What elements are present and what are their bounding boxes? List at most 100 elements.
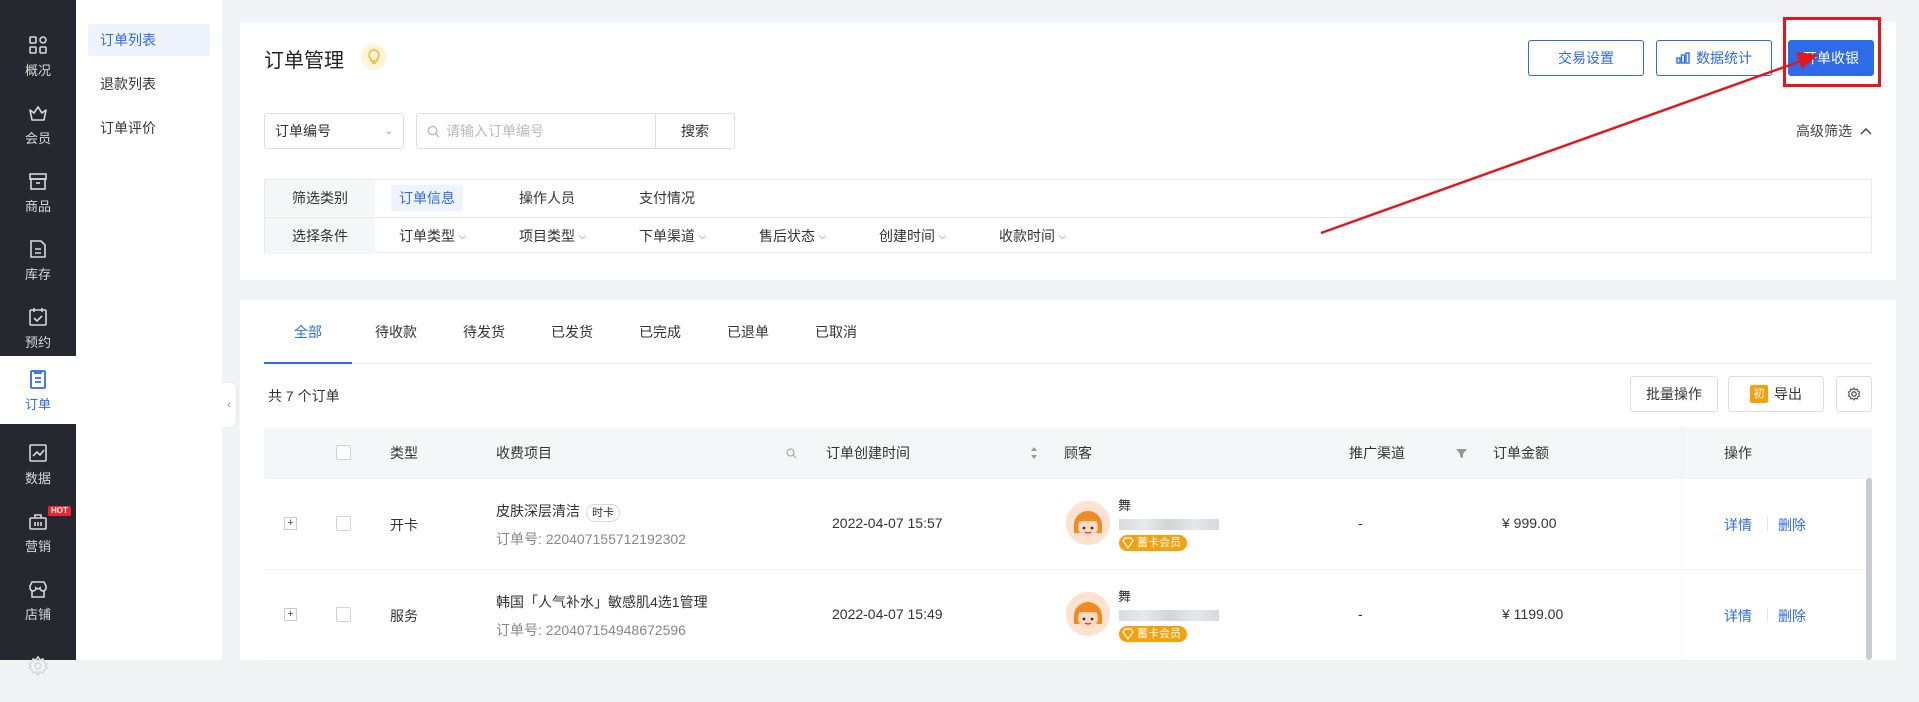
shop-icon bbox=[29, 580, 47, 598]
nav-item-marketing[interactable]: HOT 营销 bbox=[0, 498, 76, 566]
filter-panel: 筛选类别 订单信息 操作人员 支付情况 选择条件 订单类型 ⌵ 项目类型 ⌵ 下单渠… bbox=[264, 179, 1872, 254]
condition-label: 收款时间 bbox=[999, 228, 1055, 244]
tab-cancelled[interactable]: 已取消 bbox=[792, 300, 880, 364]
submenu-order-review[interactable]: 订单评价 bbox=[88, 112, 210, 144]
collapse-sidebar-button[interactable]: ‹ bbox=[222, 383, 236, 427]
inventory-icon bbox=[30, 239, 46, 258]
condition-after-sale[interactable]: 售后状态 ⌵ bbox=[751, 223, 834, 249]
col-created-time: 订单创建时间 bbox=[826, 445, 910, 461]
row-checkbox[interactable] bbox=[336, 516, 351, 531]
nav-label: 商品 bbox=[24, 198, 51, 214]
data-stats-button[interactable]: 数据统计 bbox=[1656, 40, 1772, 76]
search-icon[interactable] bbox=[786, 448, 797, 459]
bar-chart-icon bbox=[1676, 52, 1690, 64]
condition-label: 创建时间 bbox=[879, 228, 935, 244]
nav-item-inventory[interactable]: 库存 bbox=[0, 226, 76, 294]
expand-row-button[interactable]: + bbox=[284, 608, 297, 621]
order-number: 订单号: 220407155712192302 bbox=[496, 531, 686, 547]
col-type: 类型 bbox=[390, 445, 418, 461]
annotation-highlight-box bbox=[1783, 17, 1881, 87]
search-button[interactable]: 搜索 bbox=[655, 113, 735, 149]
submenu-refund-list[interactable]: 退款列表 bbox=[88, 68, 210, 100]
customer-name[interactable]: 舞 bbox=[1118, 495, 1131, 514]
search-type-select[interactable]: 订单编号 ⌄ bbox=[264, 113, 404, 149]
tab-pending-payment[interactable]: 待收款 bbox=[352, 300, 440, 364]
lightbulb-icon[interactable] bbox=[361, 44, 387, 70]
condition-payment-time[interactable]: 收款时间 ⌵ bbox=[991, 223, 1074, 249]
chevron-down-icon: ⌵ bbox=[579, 231, 586, 241]
tab-refunded[interactable]: 已退单 bbox=[704, 300, 792, 364]
col-amount: 订单金额 bbox=[1493, 445, 1549, 461]
nav-item-data[interactable]: 数据 bbox=[0, 430, 76, 498]
order-type: 开卡 bbox=[390, 517, 418, 533]
nav-item-shop[interactable]: 店铺 bbox=[0, 566, 76, 634]
condition-created-time[interactable]: 创建时间 ⌵ bbox=[871, 223, 954, 249]
delete-link[interactable]: 删除 bbox=[1778, 515, 1806, 535]
select-all-checkbox[interactable] bbox=[336, 445, 351, 460]
created-time: 2022-04-07 15:49 bbox=[832, 606, 943, 622]
table-header: 类型 收费项目 订单创建时间 顾客 推广渠道 订单金额 操作 bbox=[264, 427, 1872, 479]
export-badge-icon: 初 bbox=[1750, 385, 1768, 403]
fixed-column-shadow bbox=[1686, 427, 1687, 660]
column-settings-button[interactable] bbox=[1836, 376, 1872, 412]
filter-category-order-info[interactable]: 订单信息 bbox=[391, 185, 463, 211]
hot-badge: HOT bbox=[48, 506, 71, 516]
sort-icon[interactable] bbox=[1030, 445, 1038, 461]
divider bbox=[1767, 517, 1768, 531]
created-time: 2022-04-07 15:57 bbox=[832, 515, 943, 531]
delete-link[interactable]: 删除 bbox=[1778, 606, 1806, 626]
search-placeholder: 请输入订单编号 bbox=[446, 123, 544, 139]
nav-label: 数据 bbox=[24, 470, 51, 486]
expand-row-button[interactable]: + bbox=[284, 517, 297, 530]
submenu-order-list[interactable]: 订单列表 bbox=[88, 24, 210, 56]
tab-pending-shipment[interactable]: 待发货 bbox=[440, 300, 528, 364]
tab-completed[interactable]: 已完成 bbox=[616, 300, 704, 364]
filter-condition-label: 选择条件 bbox=[265, 217, 375, 254]
tab-shipped[interactable]: 已发货 bbox=[528, 300, 616, 364]
condition-label: 项目类型 bbox=[519, 228, 575, 244]
filter-category-operator[interactable]: 操作人员 bbox=[511, 185, 583, 211]
condition-item-type[interactable]: 项目类型 ⌵ bbox=[511, 223, 594, 249]
trade-settings-button[interactable]: 交易设置 bbox=[1528, 40, 1644, 76]
detail-link[interactable]: 详情 bbox=[1724, 606, 1752, 626]
promo-channel: - bbox=[1358, 606, 1363, 622]
order-number: 订单号: 220407154948672596 bbox=[496, 622, 686, 638]
table-row: + 开卡 皮肤深层清洁 时卡 订单号: 220407155712192302 20… bbox=[264, 479, 1872, 570]
order-search-input[interactable]: 请输入订单编号 bbox=[416, 113, 656, 149]
nav-item-booking[interactable]: 预约 bbox=[0, 294, 76, 362]
filter-category-payment[interactable]: 支付情况 bbox=[631, 185, 703, 211]
customer-avatar bbox=[1066, 501, 1110, 545]
row-checkbox[interactable] bbox=[336, 607, 351, 622]
main-nav: 概况 会员 商品 库存 预约 订单 数据 HOT 营销 店铺 bbox=[0, 0, 76, 677]
col-item: 收费项目 bbox=[496, 445, 552, 461]
condition-order-channel[interactable]: 下单渠道 ⌵ bbox=[631, 223, 714, 249]
batch-operation-button[interactable]: 批量操作 bbox=[1630, 376, 1718, 412]
data-stats-label: 数据统计 bbox=[1696, 50, 1752, 66]
nav-item-orders[interactable]: 订单 bbox=[0, 356, 76, 424]
chevron-up-icon bbox=[1860, 128, 1872, 135]
chevron-down-icon: ⌵ bbox=[699, 231, 706, 241]
condition-label: 下单渠道 bbox=[639, 228, 695, 244]
condition-order-type[interactable]: 订单类型 ⌵ bbox=[391, 223, 474, 249]
chevron-down-icon: ⌵ bbox=[1059, 231, 1066, 241]
filter-icon[interactable] bbox=[1456, 448, 1467, 459]
advanced-filter-toggle[interactable]: 高级筛选 bbox=[1796, 114, 1872, 148]
nav-item-overview[interactable]: 概况 bbox=[0, 22, 76, 90]
item-name: 韩国「人气补水」敏感肌4选1管理 bbox=[496, 594, 708, 610]
tab-all[interactable]: 全部 bbox=[264, 300, 352, 364]
condition-label: 售后状态 bbox=[759, 228, 815, 244]
nav-item-settings[interactable] bbox=[0, 634, 76, 702]
table-row: + 服务 韩国「人气补水」敏感肌4选1管理 订单号: 2204071549486… bbox=[264, 570, 1872, 661]
diamond-icon bbox=[1122, 628, 1134, 640]
masked-phone bbox=[1119, 519, 1219, 530]
vertical-scrollbar[interactable] bbox=[1866, 478, 1872, 660]
chart-icon bbox=[29, 443, 47, 462]
order-type: 服务 bbox=[390, 608, 418, 624]
export-button[interactable]: 初 导出 bbox=[1728, 376, 1824, 412]
col-operations: 操作 bbox=[1724, 445, 1752, 461]
detail-link[interactable]: 详情 bbox=[1724, 515, 1752, 535]
nav-item-goods[interactable]: 商品 bbox=[0, 158, 76, 226]
customer-name[interactable]: 舞 bbox=[1118, 586, 1131, 605]
order-amount: ¥ 999.00 bbox=[1502, 515, 1557, 531]
nav-item-members[interactable]: 会员 bbox=[0, 90, 76, 158]
